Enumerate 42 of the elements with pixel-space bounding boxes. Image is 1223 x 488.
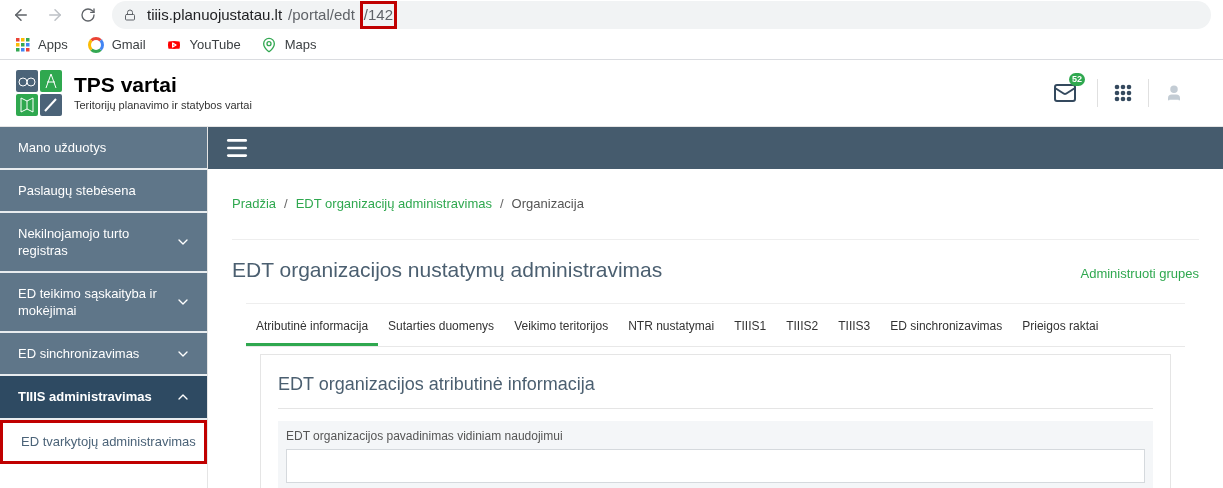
card-heading: EDT organizacijos atributinė informacija — [278, 371, 1153, 409]
tab[interactable]: TIIIS1 — [724, 316, 777, 346]
site-subtitle: Teritorijų planavimo ir statybos vartai — [74, 97, 252, 113]
url-text: /portal/edt — [287, 4, 356, 25]
map-pin-icon — [260, 36, 277, 53]
tab[interactable]: Veikimo teritorijos — [504, 316, 619, 346]
bookmark-link[interactable]: Maps — [260, 34, 317, 55]
envelope-icon — [1053, 81, 1077, 105]
tab[interactable]: Atributinė informacija — [246, 316, 379, 346]
bookmark-link[interactable]: Gmail — [87, 34, 146, 55]
tab[interactable]: Prieigos raktai — [1012, 316, 1109, 346]
lock-icon — [124, 9, 136, 21]
tab[interactable]: ED sinchronizavimas — [880, 316, 1013, 346]
breadcrumb-separator: / — [500, 195, 504, 213]
breadcrumb-current: Organizacija — [511, 195, 584, 213]
apps-grid-icon[interactable] — [1114, 84, 1132, 102]
page-heading: EDT organizacijos nustatymų administravimas — [232, 256, 663, 283]
reload-icon[interactable] — [80, 7, 96, 23]
tab[interactable]: Sutarties duomenys — [378, 316, 505, 346]
tab[interactable]: TIIIS3 — [828, 316, 881, 346]
sidebar-item[interactable]: Paslaugų stebėsena — [0, 170, 207, 213]
url-text: tiiis.planuojustatau.lt — [146, 4, 284, 25]
logo-drawing — [16, 70, 62, 116]
back-icon[interactable] — [12, 6, 30, 24]
tab[interactable]: NTR nustatymai — [618, 316, 725, 346]
bookmark-link[interactable]: Apps — [16, 34, 68, 55]
address-bar[interactable]: tiiis.planuojustatau.lt /portal/edt /142 — [112, 1, 1211, 29]
name-input-field[interactable] — [286, 449, 1145, 483]
field-label: EDT organizacijos pavadinimas vidiniam naudojimui — [286, 428, 564, 445]
apps-grid-icon — [16, 37, 30, 52]
sidebar-item[interactable]: ED sinchronizavimas — [0, 333, 207, 376]
sidebar-item[interactable]: Nekilnojamojo turto registras — [0, 213, 207, 273]
sidebar-item[interactable]: ED teikimo sąskaityba ir mokėjimai — [0, 273, 207, 333]
site-title: TPS vartai — [74, 72, 178, 97]
sidebar-subitem[interactable]: ED tvarkytojų administravimas — [0, 420, 207, 464]
url-text: /142 — [359, 0, 397, 30]
breadcrumb-separator: / — [284, 195, 288, 213]
sidebar-item[interactable]: Mano užduotys — [0, 127, 207, 170]
sidebar-item[interactable]: TIIIS administravimas — [0, 376, 207, 420]
tab[interactable]: TIIIS2 — [776, 316, 829, 346]
mail-count-badge: 52 — [1069, 73, 1085, 86]
bookmark-link[interactable]: YouTube — [165, 34, 241, 55]
